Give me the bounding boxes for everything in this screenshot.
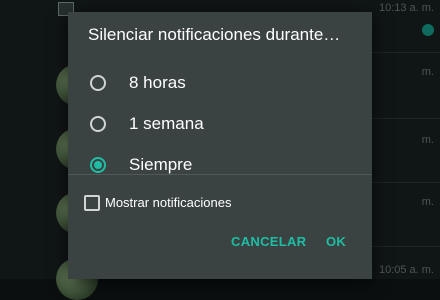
option-label: Siempre xyxy=(129,155,193,174)
option-1-week[interactable]: 1 semana xyxy=(68,104,372,144)
option-label: 8 horas xyxy=(129,73,186,92)
chat-time: 10:05 a. m. xyxy=(378,264,434,276)
chat-time: m. xyxy=(421,196,434,208)
show-notifications-checkbox[interactable]: Mostrar notificaciones xyxy=(68,190,372,216)
dialog-title: Silenciar notificaciones durante… xyxy=(88,25,341,44)
chat-time: m. xyxy=(421,134,434,146)
checkbox-label: Mostrar notificaciones xyxy=(105,195,232,210)
option-label: 1 semana xyxy=(129,114,204,133)
radio-icon[interactable] xyxy=(90,75,106,91)
mute-notifications-dialog: Silenciar notificaciones durante… 8 hora… xyxy=(68,12,372,279)
chat-time: 10:13 a. m. xyxy=(378,2,434,14)
radio-selected-icon[interactable] xyxy=(90,157,106,173)
unread-badge xyxy=(422,24,434,36)
option-always[interactable]: Siempre xyxy=(68,145,372,185)
cancel-button[interactable]: CANCELAR xyxy=(231,234,306,249)
checkbox-icon[interactable] xyxy=(84,195,100,211)
ok-button[interactable]: OK xyxy=(326,234,346,249)
dialog-divider xyxy=(68,174,372,175)
chat-time: m. xyxy=(421,66,434,78)
radio-icon[interactable] xyxy=(90,116,106,132)
option-8-hours[interactable]: 8 horas xyxy=(68,63,372,103)
